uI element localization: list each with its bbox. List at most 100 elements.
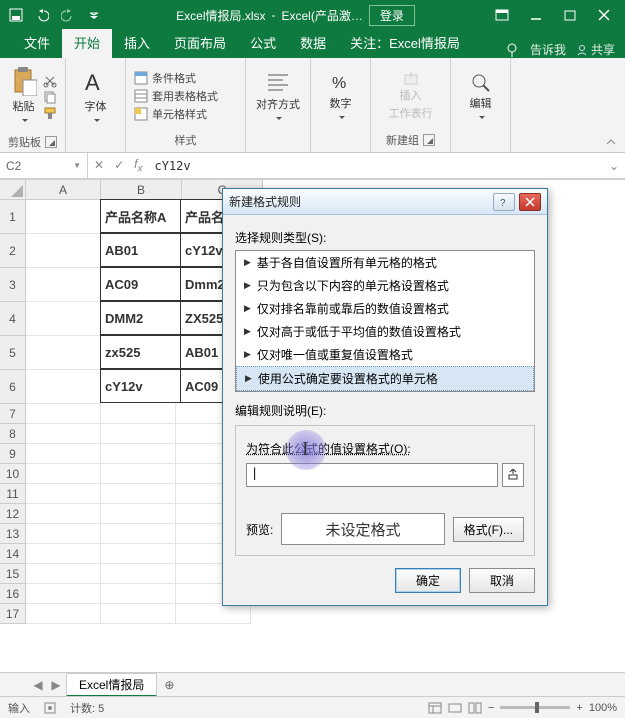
rule-item-2[interactable]: 仅对排名靠前或靠后的数值设置格式: [236, 297, 534, 320]
zoom-slider[interactable]: −+ 100%: [488, 702, 617, 714]
rowhdr-3[interactable]: 3: [0, 268, 26, 302]
name-box[interactable]: C2▼: [0, 153, 88, 178]
rule-formula-input[interactable]: |: [246, 463, 498, 487]
format-button[interactable]: 格式(F)...: [453, 517, 524, 542]
rowhdr-15[interactable]: 15: [0, 564, 26, 584]
zoom-level[interactable]: 100%: [589, 702, 617, 714]
rowhdr-17[interactable]: 17: [0, 604, 26, 624]
table-format-button[interactable]: 套用表格格式: [134, 88, 222, 104]
cell-style-button[interactable]: 单元格样式: [134, 106, 222, 122]
cell-A15[interactable]: [26, 564, 101, 584]
cell-A3[interactable]: [26, 268, 101, 302]
rule-item-5[interactable]: 使用公式确定要设置格式的单元格: [236, 366, 534, 391]
rowhdr-11[interactable]: 11: [0, 484, 26, 504]
rule-item-4[interactable]: 仅对唯一值或重复值设置格式: [236, 343, 534, 366]
formula-input[interactable]: cY12v: [148, 157, 602, 175]
cell-A4[interactable]: [26, 302, 101, 336]
tab-home[interactable]: 开始: [62, 29, 112, 58]
copy-icon[interactable]: [43, 90, 57, 104]
align-button[interactable]: 对齐方式: [254, 66, 302, 130]
rowhdr-12[interactable]: 12: [0, 504, 26, 524]
rowhdr-16[interactable]: 16: [0, 584, 26, 604]
cell-A8[interactable]: [26, 424, 101, 444]
minimize-icon[interactable]: [519, 1, 553, 29]
newgroup-launcher-icon[interactable]: [423, 134, 435, 146]
cell-B16[interactable]: [101, 584, 176, 604]
cell-B14[interactable]: [101, 544, 176, 564]
cancel-button[interactable]: 取消: [469, 568, 535, 593]
redo-icon[interactable]: [56, 3, 80, 27]
cell-B17[interactable]: [101, 604, 176, 624]
ribbon-options-icon[interactable]: [485, 1, 519, 29]
collapse-dialog-icon[interactable]: [502, 463, 524, 487]
cell-A6[interactable]: [26, 370, 101, 404]
cell-B9[interactable]: [101, 444, 176, 464]
cell-A14[interactable]: [26, 544, 101, 564]
cell-A10[interactable]: [26, 464, 101, 484]
number-button[interactable]: %数字: [328, 67, 354, 129]
rowhdr-8[interactable]: 8: [0, 424, 26, 444]
cell-B4[interactable]: DMM2: [100, 301, 181, 335]
cell-A2[interactable]: [26, 234, 101, 268]
cell-A1[interactable]: [26, 200, 101, 234]
maximize-icon[interactable]: [553, 1, 587, 29]
rowhdr-5[interactable]: 5: [0, 336, 26, 370]
rowhdr-14[interactable]: 14: [0, 544, 26, 564]
view-normal-icon[interactable]: [428, 702, 442, 714]
undo-icon[interactable]: [30, 3, 54, 27]
cell-A17[interactable]: [26, 604, 101, 624]
cell-B8[interactable]: [101, 424, 176, 444]
edit-button[interactable]: 编辑: [467, 67, 495, 129]
format-painter-icon[interactable]: [43, 106, 57, 120]
rowhdr-10[interactable]: 10: [0, 464, 26, 484]
tab-attention[interactable]: 关注：Excel情报局: [338, 29, 472, 58]
rule-item-0[interactable]: 基于各自值设置所有单元格的格式: [236, 251, 534, 274]
cell-B10[interactable]: [101, 464, 176, 484]
rule-item-1[interactable]: 只为包含以下内容的单元格设置格式: [236, 274, 534, 297]
dialog-titlebar[interactable]: 新建格式规则 ?: [223, 189, 547, 215]
ok-button[interactable]: 确定: [395, 568, 461, 593]
cell-C17[interactable]: [176, 604, 251, 624]
font-button[interactable]: A 字体: [81, 64, 111, 132]
cell-A7[interactable]: [26, 404, 101, 424]
cell-B11[interactable]: [101, 484, 176, 504]
sheet-nav-prev-icon[interactable]: ◀: [30, 678, 46, 692]
cell-A12[interactable]: [26, 504, 101, 524]
insert-cells-button[interactable]: [404, 71, 418, 85]
cell-B3[interactable]: AC09: [100, 267, 181, 301]
sheet-tab-1[interactable]: Excel情报局: [66, 673, 157, 697]
rowhdr-6[interactable]: 6: [0, 370, 26, 404]
rowhdr-9[interactable]: 9: [0, 444, 26, 464]
rowhdr-2[interactable]: 2: [0, 234, 26, 268]
macro-record-icon[interactable]: [44, 702, 56, 714]
cell-A11[interactable]: [26, 484, 101, 504]
tab-insert[interactable]: 插入: [112, 29, 162, 58]
save-icon[interactable]: [4, 3, 28, 27]
rule-item-3[interactable]: 仅对高于或低于平均值的数值设置格式: [236, 320, 534, 343]
collapse-ribbon-icon[interactable]: [605, 136, 617, 148]
cell-A5[interactable]: [26, 336, 101, 370]
colhdr-B[interactable]: B: [101, 180, 182, 200]
colhdr-A[interactable]: A: [26, 180, 101, 200]
cut-icon[interactable]: [43, 74, 57, 88]
cancel-formula-icon[interactable]: ✕: [94, 158, 104, 172]
cell-B7[interactable]: [101, 404, 176, 424]
rowhdr-7[interactable]: 7: [0, 404, 26, 424]
new-sheet-icon[interactable]: ⊕: [159, 678, 179, 692]
accept-formula-icon[interactable]: ✓: [114, 158, 124, 172]
rowhdr-4[interactable]: 4: [0, 302, 26, 336]
cell-B1[interactable]: 产品名称A: [100, 199, 181, 233]
tab-layout[interactable]: 页面布局: [162, 29, 238, 58]
fx-icon[interactable]: fx: [134, 157, 142, 174]
cell-B15[interactable]: [101, 564, 176, 584]
select-all-corner[interactable]: [0, 180, 26, 200]
qat-customize-icon[interactable]: [82, 3, 106, 27]
tab-formulas[interactable]: 公式: [238, 29, 288, 58]
help-icon[interactable]: [504, 42, 520, 58]
cell-A9[interactable]: [26, 444, 101, 464]
rule-type-list[interactable]: 基于各自值设置所有单元格的格式 只为包含以下内容的单元格设置格式 仅对排名靠前或…: [235, 250, 535, 392]
paste-button[interactable]: 粘贴: [9, 62, 39, 132]
tab-file[interactable]: 文件: [12, 29, 62, 58]
view-pagebreak-icon[interactable]: [468, 702, 482, 714]
view-layout-icon[interactable]: [448, 702, 462, 714]
